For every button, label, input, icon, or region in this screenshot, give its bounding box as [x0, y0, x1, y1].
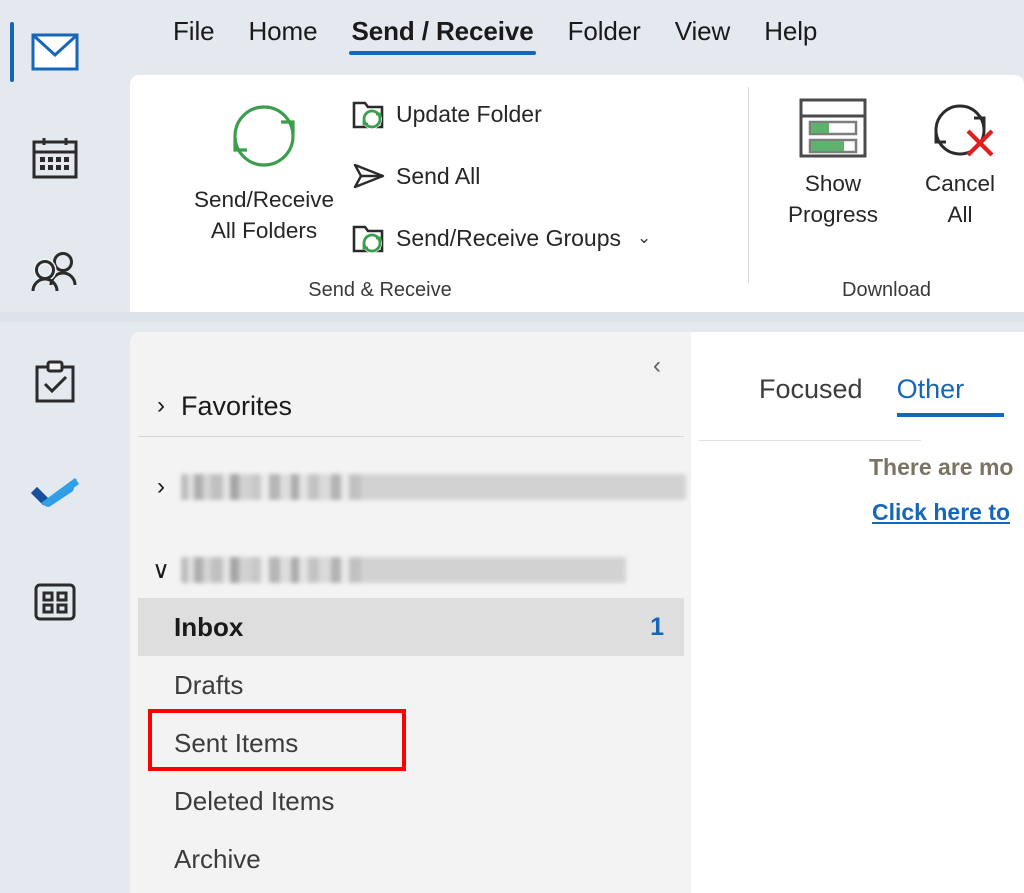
- folder-item-drafts[interactable]: Drafts: [130, 656, 691, 714]
- cancel-all-button[interactable]: Cancel All: [905, 97, 1015, 231]
- rail-item-calendar[interactable]: [0, 118, 110, 198]
- send-all-label: Send All: [396, 163, 480, 190]
- favorites-header[interactable]: › Favorites: [130, 378, 691, 434]
- outlook-window: File Home Send / Receive Folder View Hel…: [0, 0, 1024, 893]
- folder-refresh-icon: [352, 221, 386, 255]
- ribbon-tab-bar: File Home Send / Receive Folder View Hel…: [110, 0, 1024, 75]
- pivot-focused[interactable]: Focused: [759, 374, 863, 417]
- send-receive-groups-button[interactable]: Send/Receive Groups ⌄: [352, 221, 651, 255]
- rail-item-more-apps[interactable]: [0, 562, 110, 642]
- ribbon-group-label-send-receive: Send & Receive: [130, 279, 630, 302]
- account-name-redacted: [181, 557, 626, 583]
- update-folder-button[interactable]: Update Folder: [352, 97, 542, 131]
- server-notice-link[interactable]: Click here to: [691, 499, 1024, 526]
- chevron-left-icon: ‹: [653, 352, 661, 380]
- tab-file[interactable]: File: [156, 0, 232, 51]
- ribbon-group-download: Show Progress Cancel All Download: [749, 75, 1024, 312]
- rail-item-people[interactable]: [0, 232, 110, 312]
- pivot-divider: [699, 440, 921, 441]
- folder-label: Drafts: [174, 670, 243, 701]
- server-notice-text: There are mo: [691, 454, 1024, 481]
- cancel-all-label-line2: All: [947, 200, 972, 231]
- folder-item-archive[interactable]: Archive: [130, 830, 691, 888]
- folder-item-inbox[interactable]: Inbox 1: [138, 598, 684, 656]
- send-receive-groups-label: Send/Receive Groups: [396, 225, 621, 252]
- calendar-icon: [32, 137, 78, 179]
- people-icon: [30, 251, 80, 293]
- chevron-down-icon[interactable]: ⌄: [637, 228, 651, 248]
- ribbon: Send/Receive All Folders Update Folder: [130, 75, 1024, 312]
- rail-selection-indicator: [10, 22, 14, 82]
- tab-help[interactable]: Help: [747, 0, 834, 51]
- rail-item-to-do[interactable]: [0, 453, 110, 533]
- pane-divider: [138, 436, 684, 437]
- ribbon-bottom-strip: [0, 312, 1024, 322]
- progress-dialog-icon: [798, 97, 868, 163]
- cancel-refresh-icon: [924, 97, 996, 163]
- cancel-all-label-line1: Cancel: [925, 169, 995, 200]
- show-progress-label-line1: Show: [805, 169, 861, 200]
- send-all-button[interactable]: Send All: [352, 159, 480, 193]
- focused-other-pivots: Focused Other: [691, 364, 1024, 426]
- favorites-label: Favorites: [181, 391, 292, 422]
- server-items-notice: There are mo Click here to: [691, 454, 1024, 526]
- unread-count-badge: 1: [650, 613, 664, 642]
- refresh-circle-icon: [223, 95, 305, 177]
- send-receive-all-folders-label-line2: All Folders: [211, 216, 317, 247]
- folder-item-sent-items[interactable]: Sent Items: [130, 714, 691, 772]
- ribbon-tabs: File Home Send / Receive Folder View Hel…: [110, 0, 1024, 75]
- chevron-right-icon[interactable]: ›: [146, 473, 176, 501]
- send-receive-all-folders-label-line1: Send/Receive: [194, 185, 334, 216]
- ribbon-group-send-receive: Send/Receive All Folders Update Folder: [130, 75, 748, 312]
- rail-item-mail[interactable]: [0, 12, 110, 92]
- message-list-pane: Focused Other There are mo Click here to: [691, 332, 1024, 893]
- folder-label: Sent Items: [174, 728, 298, 759]
- tab-send-receive[interactable]: Send / Receive: [334, 0, 550, 51]
- folder-label: Deleted Items: [174, 786, 334, 817]
- folder-refresh-icon: [352, 97, 386, 131]
- rail-item-tasks[interactable]: [0, 342, 110, 422]
- account-row-1[interactable]: ›: [130, 459, 691, 515]
- folder-pane: ‹ › Favorites › ∨ Inbox 1 Drafts Sent It…: [130, 332, 691, 893]
- send-receive-all-folders-button[interactable]: Send/Receive All Folders: [164, 95, 364, 247]
- show-progress-button[interactable]: Show Progress: [773, 97, 893, 231]
- more-apps-icon: [34, 583, 76, 621]
- chevron-right-icon[interactable]: ›: [146, 392, 176, 420]
- tasks-icon: [33, 360, 77, 404]
- folder-label: Archive: [174, 844, 261, 875]
- pivot-other[interactable]: Other: [897, 374, 965, 417]
- account-row-2[interactable]: ∨: [130, 542, 691, 598]
- send-plane-icon: [352, 159, 386, 193]
- tab-home[interactable]: Home: [232, 0, 335, 51]
- account-name-redacted: [181, 474, 686, 500]
- tab-folder[interactable]: Folder: [551, 0, 658, 51]
- update-folder-label: Update Folder: [396, 101, 542, 128]
- folder-item-deleted-items[interactable]: Deleted Items: [130, 772, 691, 830]
- app-rail: [0, 0, 110, 893]
- tab-view[interactable]: View: [658, 0, 748, 51]
- to-do-icon: [29, 477, 81, 509]
- mail-icon: [31, 33, 79, 71]
- ribbon-group-label-download: Download: [749, 279, 1024, 302]
- show-progress-label-line2: Progress: [788, 200, 878, 231]
- chevron-down-icon[interactable]: ∨: [146, 556, 176, 585]
- folder-label: Inbox: [174, 612, 243, 643]
